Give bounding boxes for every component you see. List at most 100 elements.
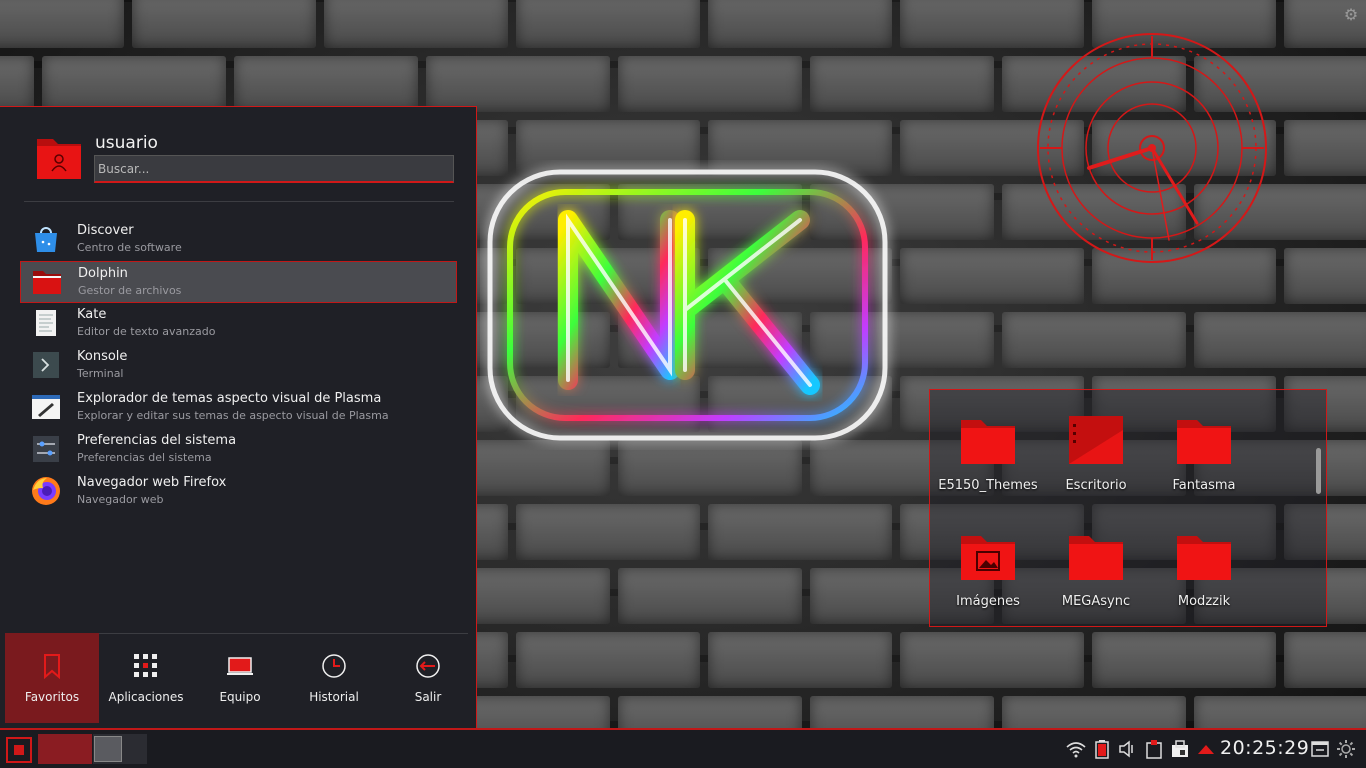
brick [708, 504, 892, 560]
app-description: Explorar y editar sus temas de aspecto v… [77, 409, 389, 422]
brick [42, 56, 226, 112]
folder-label: Modzzik [1177, 594, 1231, 609]
app-item-kate[interactable]: Kate Editor de texto avanzado [20, 303, 457, 345]
pictures-folder-icon [961, 536, 1015, 580]
brick [0, 0, 124, 48]
folder-icon [1177, 536, 1231, 580]
brick [1284, 248, 1366, 304]
brick [324, 0, 508, 48]
brick [1194, 696, 1366, 728]
folder-label: Fantasma [1172, 478, 1236, 493]
brick [1284, 632, 1366, 688]
brick [516, 632, 700, 688]
app-item-discover[interactable]: Discover Centro de software [20, 219, 457, 261]
search-input[interactable] [94, 155, 454, 183]
brick [234, 56, 418, 112]
tab-label: Historial [309, 690, 359, 704]
brick [708, 0, 892, 48]
folder-label: Escritorio [1065, 478, 1127, 493]
brick [1002, 312, 1186, 368]
folder-view-scrollbar[interactable] [1316, 448, 1321, 494]
brick [618, 696, 802, 728]
user-avatar-icon [37, 139, 81, 179]
settings-icon [33, 436, 59, 462]
app-name: Discover [77, 223, 134, 238]
application-menu-button-icon[interactable] [6, 737, 32, 763]
desktop-folder-icon [1069, 416, 1123, 464]
folder-icon [1177, 420, 1231, 464]
tab-favoritos[interactable]: Favoritos [5, 633, 99, 723]
tab-aplicaciones[interactable]: Aplicaciones [99, 633, 193, 723]
computer-icon [227, 657, 253, 675]
clipboard-icon[interactable] [1144, 739, 1164, 759]
app-description: Editor de texto avanzado [77, 325, 216, 338]
folder-view-widget: E5150_Themes Escritorio Fantasma Imágene… [929, 389, 1327, 627]
app-item-dolphin[interactable]: Dolphin Gestor de archivos [20, 261, 457, 303]
nk-neon-logo [487, 169, 888, 441]
app-description: Preferencias del sistema [77, 451, 212, 464]
digital-clock[interactable]: 20:25:29 [1220, 737, 1309, 759]
taskbar-panel: 20:25:29 [0, 728, 1366, 768]
app-name: Dolphin [78, 266, 128, 281]
brick [0, 56, 34, 112]
app-name: Explorador de temas aspecto visual de Pl… [77, 391, 382, 406]
app-item-system-settings[interactable]: Preferencias del sistema Preferencias de… [20, 429, 457, 471]
volume-icon[interactable] [1117, 739, 1137, 759]
virtual-desktop-1[interactable] [38, 734, 92, 764]
brick [618, 568, 802, 624]
application-launcher: usuario Discover Centro de software Dolp… [0, 106, 477, 728]
wifi-icon[interactable] [1066, 739, 1086, 759]
app-name: Navegador web Firefox [77, 475, 227, 490]
tab-label: Favoritos [24, 690, 80, 704]
brick [426, 56, 610, 112]
username-label: usuario [95, 133, 158, 153]
bookmark-icon [44, 654, 60, 679]
battery-icon[interactable] [1092, 739, 1112, 759]
tab-label: Aplicaciones [108, 690, 184, 704]
app-item-konsole[interactable]: Konsole Terminal [20, 345, 457, 387]
logout-icon [416, 654, 440, 678]
theme-explorer-icon [32, 395, 60, 419]
header-divider [24, 201, 454, 202]
show-desktop-icon[interactable] [1310, 739, 1330, 759]
updates-arrow-icon[interactable] [1196, 739, 1216, 759]
app-item-firefox[interactable]: Navegador web Firefox Navegador web [20, 471, 457, 513]
discover-icon [35, 227, 57, 252]
app-name: Konsole [77, 349, 128, 364]
brick [132, 0, 316, 48]
brick [1002, 696, 1186, 728]
folder-item[interactable]: Fantasma [1152, 394, 1256, 498]
dolphin-folder-icon [33, 271, 61, 294]
folder-label: E5150_Themes [938, 478, 1038, 493]
analog-clock-widget [1037, 33, 1267, 263]
app-description: Gestor de archivos [78, 284, 182, 297]
app-description: Centro de software [77, 241, 182, 254]
panel-settings-icon[interactable] [1336, 739, 1356, 759]
brick [618, 56, 802, 112]
brick [1284, 120, 1366, 176]
app-item-theme-explorer[interactable]: Explorador de temas aspecto visual de Pl… [20, 387, 457, 429]
app-name: Kate [77, 307, 107, 322]
app-description: Terminal [77, 367, 124, 380]
app-name: Preferencias del sistema [77, 433, 237, 448]
brick [708, 632, 892, 688]
brick [516, 0, 700, 48]
brick [1194, 312, 1366, 368]
apps-grid-icon [134, 654, 157, 677]
tab-equipo[interactable]: Equipo [193, 633, 287, 723]
konsole-icon [33, 352, 59, 378]
tab-label: Salir [414, 690, 442, 704]
folder-label: MEGAsync [1061, 594, 1131, 609]
folder-item[interactable]: Imágenes [936, 510, 1040, 614]
virtual-desktop-2[interactable] [93, 734, 147, 764]
tab-historial[interactable]: Historial [287, 633, 381, 723]
brick [810, 56, 994, 112]
folder-item[interactable]: E5150_Themes [936, 394, 1040, 498]
brick [810, 696, 994, 728]
desktop-settings-gear-icon[interactable]: ⚙ [1342, 6, 1360, 24]
folder-item[interactable]: Modzzik [1152, 510, 1256, 614]
folder-item[interactable]: MEGAsync [1044, 510, 1148, 614]
folder-item[interactable]: Escritorio [1044, 394, 1148, 498]
device-notifier-icon[interactable] [1170, 739, 1190, 759]
tab-salir[interactable]: Salir [381, 633, 475, 723]
